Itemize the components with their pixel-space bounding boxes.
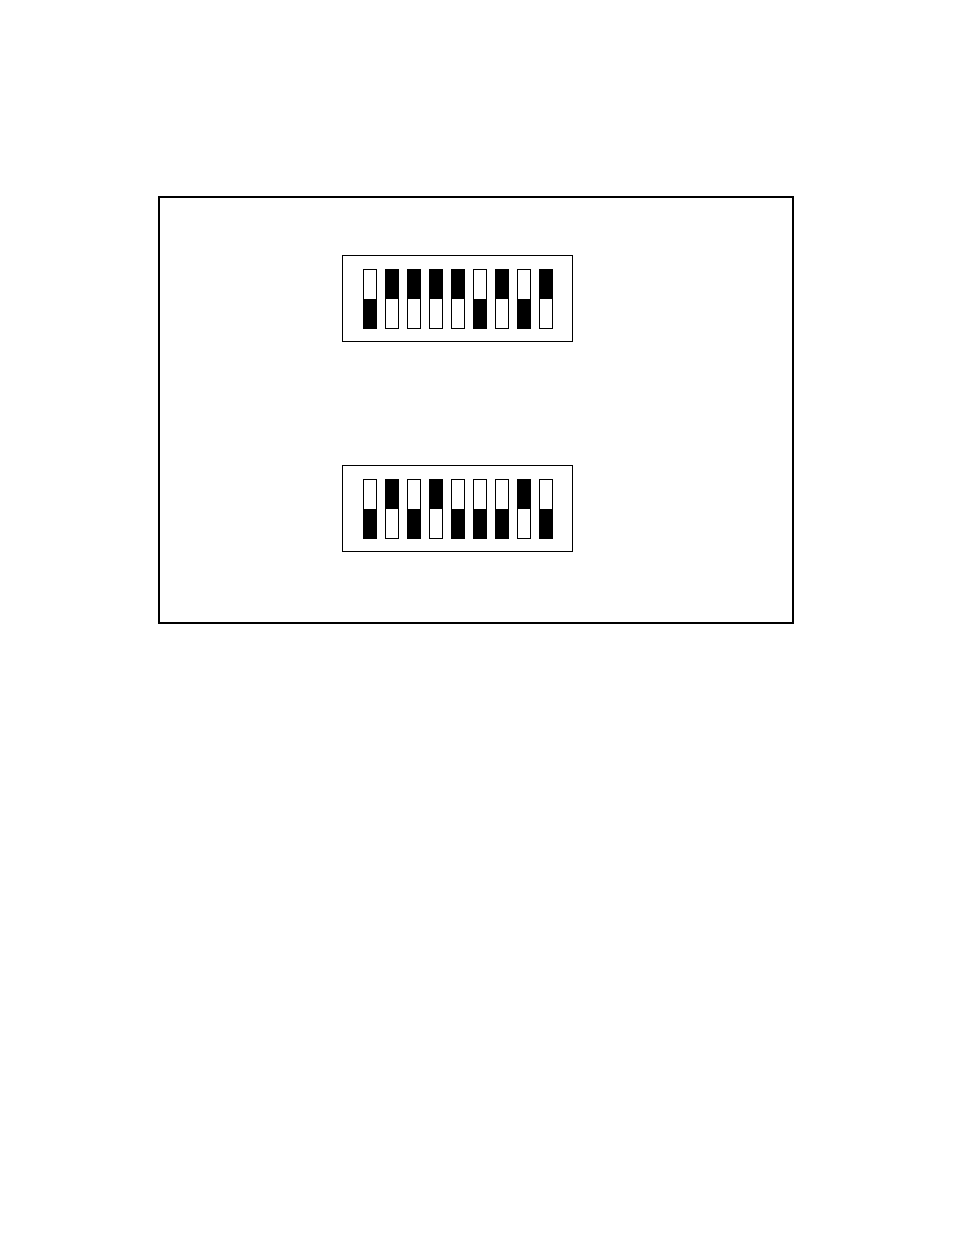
dip-switch-slider — [430, 480, 442, 509]
dip-switch-slider — [540, 270, 552, 299]
dip-switch-slider — [364, 299, 376, 328]
dip-switch[interactable] — [495, 479, 509, 539]
dip-switch[interactable] — [473, 269, 487, 329]
dip-switch[interactable] — [451, 269, 465, 329]
dip-bank-1 — [342, 255, 573, 342]
dip-switch-slider — [452, 270, 464, 299]
dip-switch-slider — [452, 509, 464, 538]
dip-switch[interactable] — [363, 479, 377, 539]
dip-switch[interactable] — [473, 479, 487, 539]
dip-switch[interactable] — [429, 269, 443, 329]
dip-switch[interactable] — [385, 269, 399, 329]
dip-switch[interactable] — [517, 269, 531, 329]
dip-switch[interactable] — [539, 269, 553, 329]
dip-switch-slider — [386, 480, 398, 509]
dip-switch-slider — [408, 270, 420, 299]
dip-switch[interactable] — [451, 479, 465, 539]
dip-switch-slider — [518, 299, 530, 328]
dip-switch[interactable] — [407, 269, 421, 329]
dip-switch[interactable] — [539, 479, 553, 539]
dip-bank-2 — [342, 465, 573, 552]
dip-switch-slider — [518, 480, 530, 509]
dip-switch-slider — [408, 509, 420, 538]
dip-switch-slider — [540, 509, 552, 538]
dip-switch-slider — [474, 509, 486, 538]
dip-switch-slider — [386, 270, 398, 299]
dip-switch[interactable] — [429, 479, 443, 539]
dip-switch[interactable] — [517, 479, 531, 539]
dip-switch-slider — [364, 509, 376, 538]
dip-switch[interactable] — [407, 479, 421, 539]
dip-switch-slider — [496, 270, 508, 299]
dip-switch[interactable] — [495, 269, 509, 329]
dip-switch-slider — [430, 270, 442, 299]
dip-switch-slider — [474, 299, 486, 328]
dip-switch-slider — [496, 509, 508, 538]
dip-switch[interactable] — [363, 269, 377, 329]
dip-switch[interactable] — [385, 479, 399, 539]
